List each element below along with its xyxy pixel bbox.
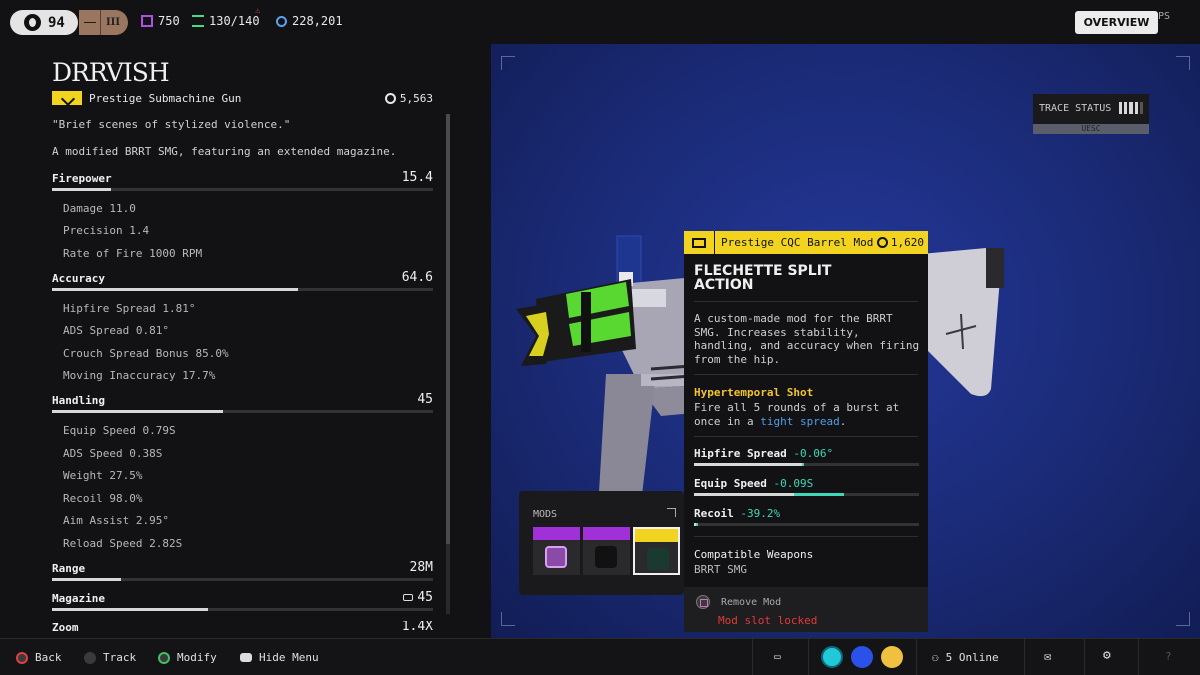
warning-icon: ⚠ <box>255 6 261 16</box>
stat-bar <box>52 608 433 611</box>
mod-slot-1[interactable] <box>533 527 580 575</box>
share-button-icon <box>84 651 96 664</box>
fps-label: PS <box>1158 11 1171 22</box>
friend-avatar[interactable] <box>821 646 843 668</box>
stat-accuracy: Accuracy 64.6 <box>52 270 433 291</box>
currency-credits: 750 <box>141 14 180 28</box>
touchpad-button-icon <box>240 653 252 662</box>
rank-icon <box>79 10 101 35</box>
ammo-icon <box>192 15 204 27</box>
stat-firepower: Firepower 15.4 <box>52 170 433 191</box>
friend-avatar[interactable] <box>881 646 903 668</box>
stat-bar <box>52 578 433 581</box>
mods-title: MODS <box>533 509 558 520</box>
stat-hipfire-spread: Hipfire Spread 1.81° <box>63 302 196 315</box>
mods-panel: MODS <box>519 491 684 595</box>
stat-rate-of-fire: Rate of Fire 1000 RPM <box>63 247 203 260</box>
stat-magazine: Magazine 45 <box>52 590 433 611</box>
compatible-weapon: BRRT SMG <box>694 563 747 576</box>
remove-mod-button-icon[interactable] <box>696 595 710 609</box>
mod-icon <box>595 546 617 568</box>
weapon-quote: "Brief scenes of stylized violence." <box>52 118 291 131</box>
top-bar: 94 III 750 130/140 ⚠ 228,201 OVERVIEW PS <box>0 0 1200 44</box>
mod-name: FLECHETTE SPLIT ACTION <box>694 263 832 293</box>
weapon-price: 5,563 <box>384 92 433 105</box>
perk-description: Fire all 5 rounds of a burst at once in … <box>694 401 900 428</box>
mod-tooltip-footer: Remove Mod Mod slot locked <box>684 587 928 632</box>
stat-equip-speed: Equip Speed 0.79S <box>63 424 176 437</box>
weapon-name: DRRVISH <box>52 58 170 87</box>
mail-icon[interactable]: ✉ <box>1044 649 1051 663</box>
stat-aim-assist: Aim Assist 2.95° <box>63 514 169 527</box>
trace-status-faction: UESC <box>1033 124 1149 134</box>
mod-stat-equip-speed: Equip Speed -0.09S <box>694 477 919 496</box>
scrip-icon <box>276 15 287 27</box>
trace-status-label: TRACE STATUS <box>1039 103 1112 114</box>
help-icon[interactable]: ? <box>1165 650 1172 663</box>
chat-icon[interactable]: ▭ <box>774 650 781 663</box>
weapon-description: A modified BRRT SMG, featuring an extend… <box>52 145 397 158</box>
stat-crouch-spread: Crouch Spread Bonus 85.0% <box>63 347 229 360</box>
friend-avatar[interactable] <box>851 646 873 668</box>
mod-icon <box>545 546 567 568</box>
stat-zoom: Zoom 1.4X <box>52 621 433 634</box>
currency-scrip: 228,201 <box>276 14 343 28</box>
stat-reload-speed: Reload Speed 2.82S <box>63 537 183 550</box>
stats-scrollbar-thumb[interactable] <box>446 114 450 544</box>
trace-status-panel: TRACE STATUS UESC <box>1033 94 1149 134</box>
settings-gear-icon[interactable]: ⚙ <box>1103 648 1111 663</box>
people-icon: ⚇ <box>932 651 939 664</box>
expand-icon[interactable] <box>667 508 676 517</box>
mod-slot-locked-text: Mod slot locked <box>718 614 818 627</box>
compatible-weapons-label: Compatible Weapons <box>694 548 814 561</box>
stat-recoil: Recoil 98.0% <box>63 492 143 505</box>
credits-icon <box>141 15 153 27</box>
stat-range: Range 28M <box>52 560 433 581</box>
weapon-type: Prestige Submachine Gun <box>89 92 242 105</box>
stat-ads-speed: ADS Speed 0.38S <box>63 447 163 460</box>
online-friends[interactable]: ⚇ 5 Online <box>932 651 999 664</box>
scrip-icon <box>384 93 396 104</box>
mod-description: A custom-made mod for the BRRT SMG. Incr… <box>694 312 920 366</box>
mod-stat-hipfire-spread: Hipfire Spread -0.06° <box>694 447 919 466</box>
mod-tooltip: Prestige CQC Barrel Mod 1,620 FLECHETTE … <box>684 231 928 632</box>
rank-value: III <box>106 17 121 28</box>
stat-damage: Damage 11.0 <box>63 202 136 215</box>
mod-slot-2[interactable] <box>583 527 630 575</box>
mod-slot-3[interactable] <box>633 527 680 575</box>
rank-badge[interactable]: III <box>79 10 128 35</box>
stat-handling: Handling 45 <box>52 392 433 413</box>
triangle-button-icon <box>158 651 170 664</box>
stat-bar <box>52 188 433 191</box>
profile-icon <box>24 14 41 31</box>
back-button[interactable]: Back <box>16 651 62 664</box>
bottom-bar: Back Track Modify Hide Menu ▭ ⚇ 5 Online… <box>0 638 1200 675</box>
player-level-badge[interactable]: 94 <box>10 10 78 35</box>
weapon-rarity-icon <box>52 91 82 105</box>
perk-name: Hypertemporal Shot <box>694 386 814 399</box>
scrip-icon <box>876 237 888 248</box>
circle-button-icon <box>16 651 28 664</box>
trace-status-meter <box>1119 102 1144 114</box>
stat-weight: Weight 27.5% <box>63 469 143 482</box>
stat-bar <box>52 410 433 413</box>
mod-category: Prestige CQC Barrel Mod <box>721 236 874 249</box>
stat-precision: Precision 1.4 <box>63 224 150 237</box>
hide-menu-button[interactable]: Hide Menu <box>240 651 319 664</box>
stat-ads-spread: ADS Spread 0.81° <box>63 324 169 337</box>
mod-price: 1,620 <box>876 236 924 249</box>
mod-tooltip-header: Prestige CQC Barrel Mod 1,620 <box>684 231 928 254</box>
track-button[interactable]: Track <box>84 651 136 664</box>
stat-bar <box>52 288 433 291</box>
magazine-icon <box>403 594 414 601</box>
currency-ammo: 130/140 <box>192 14 260 28</box>
barrel-mod-icon <box>692 237 706 248</box>
player-level: 94 <box>48 14 65 31</box>
overview-button[interactable]: OVERVIEW <box>1075 11 1158 34</box>
mod-icon <box>647 548 669 570</box>
mod-stat-recoil: Recoil -39.2% <box>694 507 919 526</box>
stat-moving-inaccuracy: Moving Inaccuracy 17.7% <box>63 369 216 382</box>
remove-mod-button[interactable]: Remove Mod <box>721 597 781 608</box>
modify-button[interactable]: Modify <box>158 651 217 664</box>
